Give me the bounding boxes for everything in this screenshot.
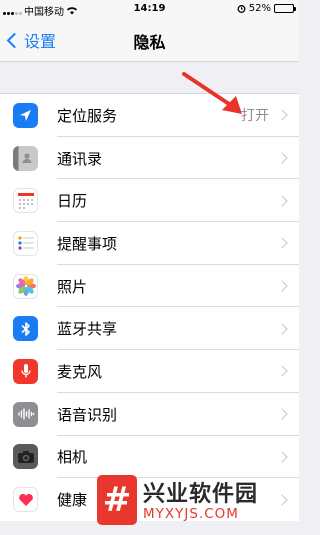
chevron-right-icon [276,408,288,420]
chevron-right-icon [276,365,288,378]
watermark-logo: # [97,475,137,525]
chevron-right-icon [276,152,288,164]
list-item-label: 语音识别 [57,405,118,424]
chevron-right-icon [276,237,288,250]
list-item-calendar[interactable]: 日历 [0,179,299,223]
list-item-photos[interactable]: 照片 [0,265,299,308]
list-item-bluetooth-sharing[interactable]: 蓝牙共享 [0,307,299,351]
list-item-location-services[interactable]: 定位服务 打开 [0,94,299,137]
chevron-right-icon [276,323,288,335]
annotation-arrow-icon [182,72,242,114]
chevron-right-icon [276,280,288,292]
reminders-icon [13,230,38,256]
list-item-label: 定位服务 [57,106,118,125]
list-item-label: 健康 [57,491,88,510]
status-bar: 中国移动 14:19 52% [0,0,299,18]
privacy-settings-list: 定位服务 打开 通讯录 日历 提醒事项 照片 蓝牙共享 麦克风 语音识别 相机 … [0,93,299,521]
microphone-icon [13,358,38,384]
page-title: 隐私 [133,33,166,52]
list-item-label: 麦克风 [57,362,103,381]
list-item-microphone[interactable]: 麦克风 [0,350,299,393]
speech-recognition-icon [13,401,38,427]
list-item-label: 相机 [57,448,88,467]
battery-percent: 52% [248,3,271,14]
camera-icon [13,444,38,470]
list-item-label: 通讯录 [57,149,103,168]
battery-icon [274,4,296,13]
list-item-contacts[interactable]: 通讯录 [0,137,299,180]
watermark-name: 兴业软件园 [143,482,259,507]
list-item-reminders[interactable]: 提醒事项 [0,222,299,265]
list-item-speech-recognition[interactable]: 语音识别 [0,393,299,436]
contacts-icon [13,145,38,171]
chevron-right-icon [276,195,288,207]
calendar-icon [13,188,38,214]
list-item-label: 日历 [57,192,88,211]
chevron-right-icon [276,451,288,463]
chevron-right-icon [276,109,288,122]
alarm-icon [237,5,246,13]
list-item-label: 蓝牙共享 [57,320,118,339]
photos-icon [13,273,38,299]
list-item-label: 提醒事项 [57,234,118,253]
navigation-bar: 设置 隐私 [0,18,299,62]
health-icon [13,487,38,513]
location-arrow-icon [13,102,38,128]
list-item-label: 照片 [57,277,88,296]
status-right-group: 52% [237,3,296,14]
watermark-domain: MYXYJS.COM [143,506,239,522]
watermark: # 兴业软件园 MYXYJS.COM [97,470,299,535]
bluetooth-icon [13,316,38,342]
